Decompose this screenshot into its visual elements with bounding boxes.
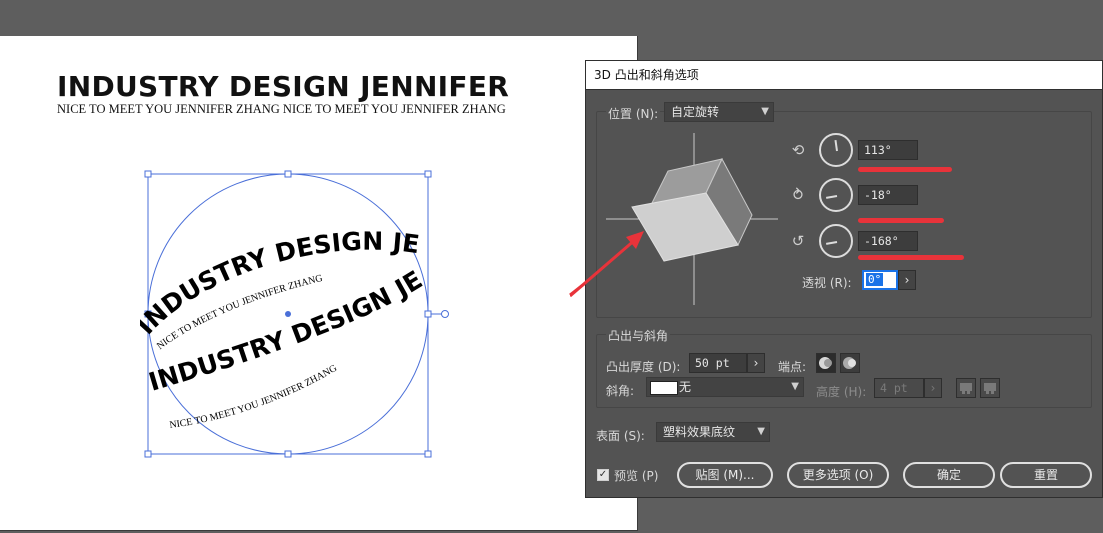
extrude-depth-stepper[interactable]: › <box>747 353 765 373</box>
perspective-stepper[interactable]: › <box>898 270 916 290</box>
cap-off-button[interactable] <box>840 353 860 373</box>
x-rotation-dial[interactable] <box>819 133 853 167</box>
height-label: 高度 (H): <box>816 385 867 399</box>
position-label: 位置 (N): <box>606 105 661 122</box>
more-options-button[interactable]: 更多选项 (O) <box>787 462 889 488</box>
extrude-depth-label: 凸出厚度 (D): <box>606 360 681 374</box>
annotation-underline-z <box>858 255 964 260</box>
map-button[interactable]: 贴图 (M)... <box>677 462 773 488</box>
bevel-label: 斜角: <box>606 384 635 398</box>
bevel-out-button[interactable] <box>956 378 976 398</box>
annotation-underline-x <box>858 167 952 172</box>
extrude-bevel-label: 凸出与斜角 <box>606 327 671 344</box>
perspective-label: 透视 (R): <box>802 276 852 290</box>
3d-extrude-bevel-dialog: 3D 凸出和斜角选项 位置 (N): 自定旋转 ▼ ⟲ 113° ⥁ -18° ↺… <box>570 60 1103 498</box>
selected-3d-globe-object[interactable]: INDUSTRY DESIGN JENNIFER NICE TO MEET YO… <box>140 166 460 466</box>
chevron-down-icon: ▼ <box>791 381 799 392</box>
artboard: INDUSTRY DESIGN JENNIFER NICE TO MEET YO… <box>0 36 638 531</box>
chevron-down-icon: ▼ <box>757 426 765 437</box>
annotation-arrow-inner <box>570 231 644 298</box>
cap-on-button[interactable] <box>816 353 836 373</box>
annotation-underline-y <box>858 218 944 223</box>
chevron-down-icon: ▼ <box>761 106 769 117</box>
preview-label: 预览 (P) <box>614 469 659 483</box>
art-subtitle: NICE TO MEET YOU JENNIFER ZHANG NICE TO … <box>57 102 506 116</box>
rotation-handle[interactable] <box>441 310 449 318</box>
x-rotation-field[interactable]: 113° <box>858 140 918 160</box>
reset-button[interactable]: 重置 <box>1000 462 1092 488</box>
z-rotation-dial[interactable] <box>819 224 853 258</box>
surface-dropdown[interactable]: 塑料效果底纹 ▼ <box>656 422 770 442</box>
x-axis-rotation-icon: ⟲ <box>791 141 805 159</box>
y-rotation-field[interactable]: -18° <box>858 185 918 205</box>
height-field[interactable]: 4 pt <box>874 378 924 398</box>
y-rotation-dial[interactable] <box>819 178 853 212</box>
extrude-depth-field[interactable]: 50 pt <box>689 353 747 373</box>
position-dropdown[interactable]: 自定旋转 ▼ <box>664 102 774 122</box>
bevel-dropdown[interactable]: 无 ▼ <box>646 377 804 397</box>
ok-button[interactable]: 确定 <box>903 462 995 488</box>
y-axis-rotation-icon: ⥁ <box>792 186 804 204</box>
z-axis-rotation-icon: ↺ <box>791 232 805 250</box>
bevel-in-button[interactable] <box>980 378 1000 398</box>
cap-label: 端点: <box>778 360 807 374</box>
height-stepper[interactable]: › <box>924 378 942 398</box>
center-point <box>285 311 291 317</box>
preview-checkbox[interactable]: ✓ <box>597 469 609 481</box>
dialog-title: 3D 凸出和斜角选项 <box>586 61 1102 90</box>
z-rotation-field[interactable]: -168° <box>858 231 918 251</box>
bevel-swatch <box>650 381 678 395</box>
art-title: INDUSTRY DESIGN JENNIFER <box>57 70 510 103</box>
perspective-field[interactable]: 0° <box>862 270 898 290</box>
surface-label: 表面 (S): <box>596 429 645 443</box>
